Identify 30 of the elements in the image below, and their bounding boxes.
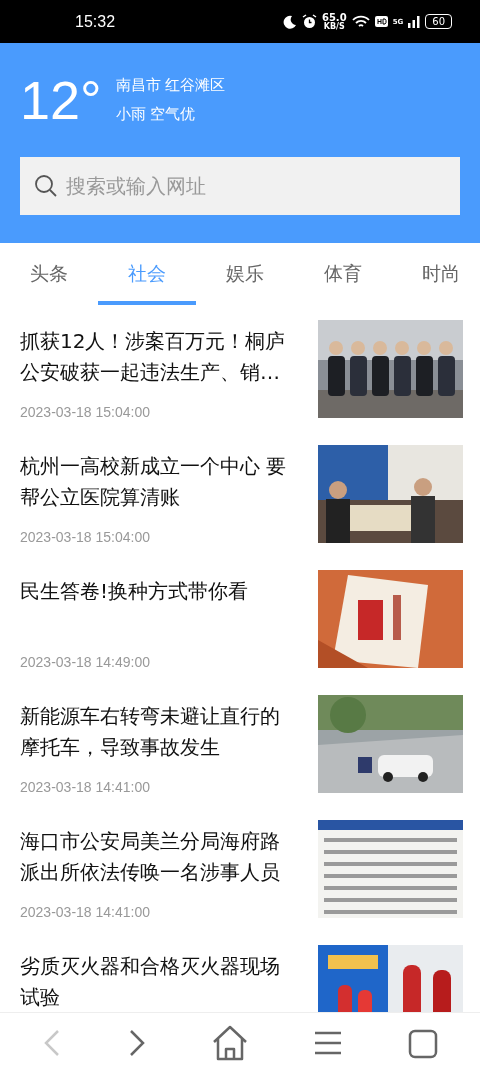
- news-title[interactable]: 民生答卷!换种方式带你看: [20, 576, 290, 607]
- hd-icon: [374, 16, 388, 27]
- signal-icon: [408, 15, 421, 28]
- menu-icon: [313, 1030, 344, 1056]
- news-date: 2023-03-18 14:41:00: [20, 904, 151, 920]
- wifi-icon: [351, 14, 370, 29]
- alarm-icon: [301, 14, 317, 29]
- weather-condition: 小雨 空气优: [115, 105, 197, 124]
- news-date: 2023-03-18 14:49:00: [20, 654, 151, 670]
- category-tab[interactable]: 头条: [0, 243, 98, 305]
- temperature: 12°: [20, 69, 102, 131]
- search-field[interactable]: 搜索或输入网址: [20, 157, 460, 215]
- category-tab[interactable]: 时尚: [392, 243, 480, 305]
- news-title[interactable]: 劣质灭火器和合格灭火器现场试验: [20, 951, 290, 1012]
- status-time: 15:32: [75, 12, 117, 31]
- news-title[interactable]: 抓获12人！涉案百万元！桐庐公安破获一起违法生产、销…: [20, 326, 290, 388]
- news-date: 2023-03-18 14:41:00: [20, 779, 151, 795]
- moon-icon: [282, 14, 297, 29]
- news-title[interactable]: 海口市公安局美兰分局海府路派出所依法传唤一名涉事人员: [20, 826, 290, 888]
- battery-indicator: 60: [425, 14, 452, 29]
- category-tab[interactable]: 娱乐: [196, 243, 294, 305]
- news-date: 2023-03-18 15:04:00: [20, 529, 151, 545]
- tabs-icon: [407, 1027, 438, 1059]
- speed-unit: KB/S: [323, 22, 345, 31]
- news-date: 2023-03-18 15:04:00: [20, 404, 151, 420]
- category-tab[interactable]: 体育: [294, 243, 392, 305]
- speed-value: 65.0: [321, 12, 347, 23]
- location: 南昌市 红谷滩区: [115, 76, 226, 95]
- news-title[interactable]: 新能源车右转弯未避让直行的摩托车，导致事故发生: [20, 701, 290, 763]
- news-title[interactable]: 杭州一高校新成立一个中心 要帮公立医院算清账: [20, 451, 290, 513]
